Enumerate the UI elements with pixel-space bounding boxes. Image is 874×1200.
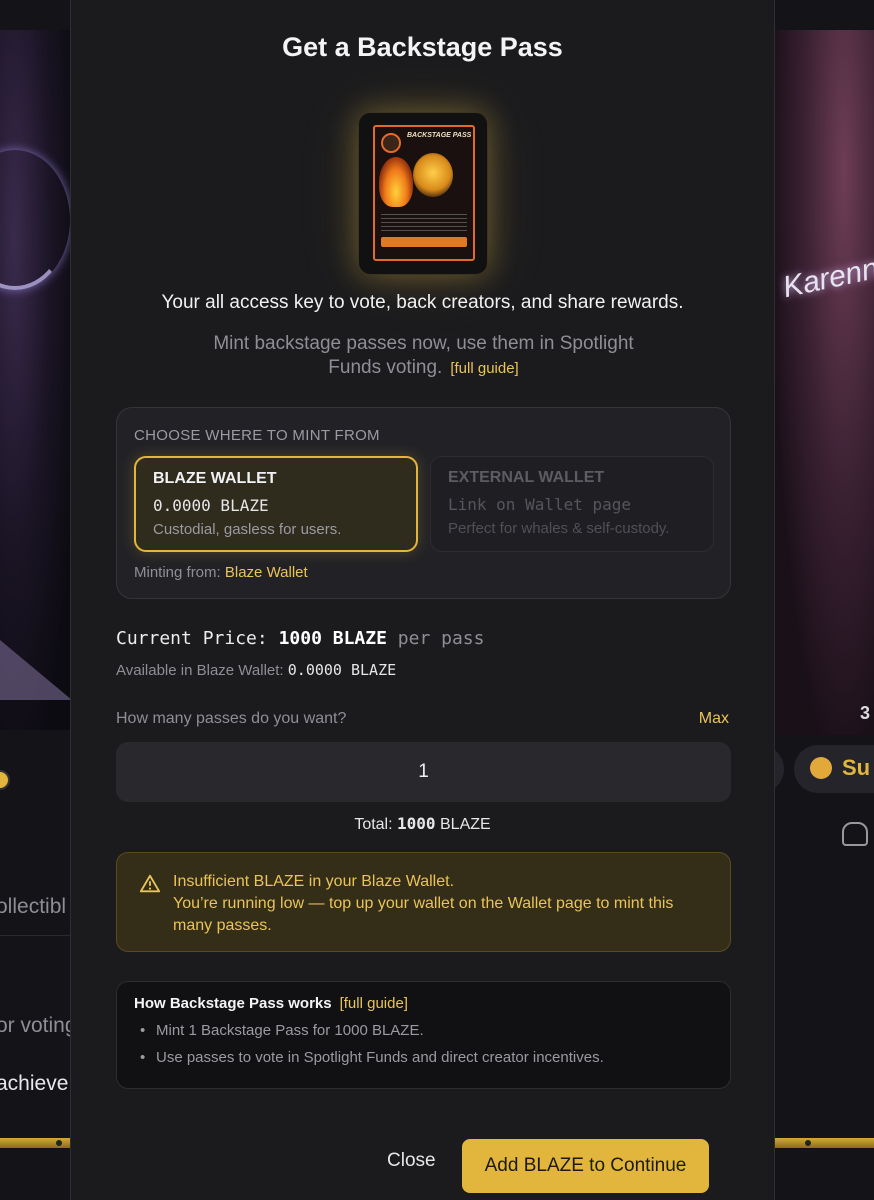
background-artwork-left [0,30,72,730]
subtitle-text: Mint backstage passes now, use them in S… [213,333,634,378]
how-it-works-title: How Backstage Pass works [full guide] [134,995,713,1012]
background-artwork-right [774,30,874,735]
total-unit: BLAZE [440,816,491,833]
quantity-input[interactable] [116,742,731,802]
background-text: or voting [0,1014,72,1037]
price-label: Current Price: [116,628,268,649]
background-text: achieve [0,1072,69,1095]
blaze-wallet-option[interactable]: BLAZE WALLET 0.0000 BLAZE Custodial, gas… [134,456,418,552]
full-guide-link[interactable]: [full guide] [340,995,408,1012]
card-text-lines [381,211,467,231]
list-item: Mint 1 Backstage Pass for 1000 BLAZE. [134,1022,713,1039]
option-name: BLAZE WALLET [153,470,277,487]
quantity-label: How many passes do you want? [116,710,347,727]
close-button[interactable]: Close [387,1150,436,1172]
background-pill [774,745,784,793]
background-progress-bar [0,1138,72,1148]
character-art [413,153,453,197]
users-icon [842,822,868,846]
warning-icon [139,874,161,893]
mint-source-heading: CHOOSE WHERE TO MINT FROM [134,427,380,444]
total-value: 1000 [397,814,436,833]
option-balance: 0.0000 BLAZE [153,496,269,515]
coin-icon [0,770,10,790]
available-balance: Available in Blaze Wallet: 0.0000 BLAZE [116,661,396,679]
full-guide-link[interactable]: [full guide] [450,360,518,377]
subtitle: Mint backstage passes now, use them in S… [191,332,656,381]
max-button[interactable]: Max [699,710,729,728]
current-price: Current Price: 1000 BLAZE per pass [116,628,484,649]
how-it-works-list: Mint 1 Backstage Pass for 1000 BLAZE. Us… [134,1022,713,1066]
option-balance: Link on Wallet page [448,495,632,514]
background-shape [0,640,72,700]
background-left-panel: ollectibl or voting achieve [0,0,72,1200]
card-badge-icon [381,133,401,153]
available-label: Available in Blaze Wallet: [116,662,284,679]
total-label: Total: [354,816,393,833]
add-blaze-button[interactable]: Add BLAZE to Continue [462,1139,709,1193]
price-value: 1000 BLAZE [278,628,387,649]
background-text: Su [842,755,871,780]
total-cost: Total: 1000 BLAZE [71,814,774,834]
divider [0,935,72,936]
modal-title: Get a Backstage Pass [282,32,563,62]
background-text: ollectibl [0,895,67,918]
external-wallet-option[interactable]: EXTERNAL WALLET Link on Wallet page Perf… [430,456,714,552]
warning-title: Insufficient BLAZE in your Blaze Wallet. [173,873,455,890]
card-title: BACKSTAGE PASS [407,132,472,139]
background-number: 3 [860,703,871,723]
flame-icon [379,157,413,207]
warning-body: You’re running low — top up your wallet … [173,895,674,934]
backstage-pass-card-image: BACKSTAGE PASS [358,112,488,275]
minting-from-value: Blaze Wallet [224,564,308,581]
option-name: EXTERNAL WALLET [448,469,605,486]
available-value: 0.0000 BLAZE [287,661,397,679]
fire-icon [810,757,832,779]
card-price-bar [381,237,467,247]
pass-card-art: BACKSTAGE PASS [373,125,475,261]
backstage-pass-modal: Get a Backstage Pass BACKSTAGE PASS Your… [70,0,775,1200]
option-description: Custodial, gasless for users. [153,521,342,538]
background-progress-bar [775,1138,874,1148]
how-title-text: How Backstage Pass works [134,995,332,1012]
option-description: Perfect for whales & self-custody. [448,520,670,537]
minting-from: Minting from: Blaze Wallet [134,564,308,581]
background-right-panel: Karenn 3 Su [774,0,874,1200]
tagline: Your all access key to vote, back creato… [161,292,684,313]
mint-source-panel: CHOOSE WHERE TO MINT FROM BLAZE WALLET 0… [116,407,731,599]
insufficient-balance-warning: Insufficient BLAZE in your Blaze Wallet.… [116,852,731,952]
list-item: Use passes to vote in Spotlight Funds an… [134,1049,713,1066]
minting-from-label: Minting from: [134,564,221,581]
price-unit: per pass [397,628,485,649]
how-it-works-panel: How Backstage Pass works [full guide] Min… [116,981,731,1089]
